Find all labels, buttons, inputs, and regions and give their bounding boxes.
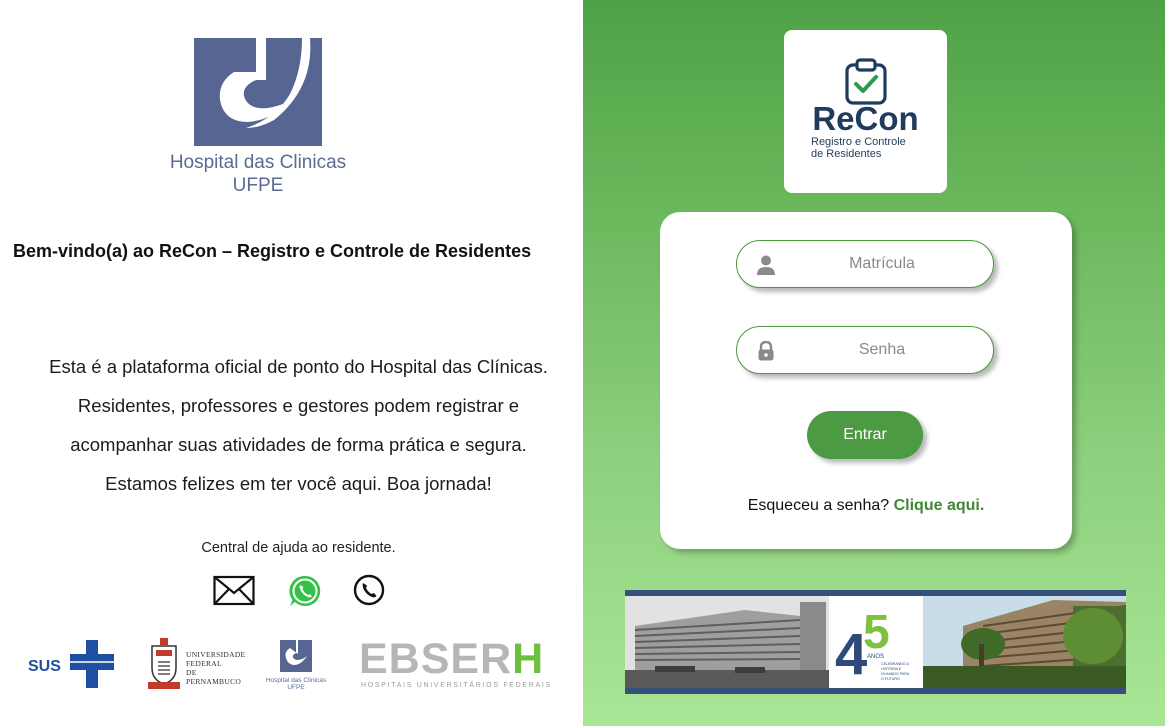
hospital-sub: UFPE	[232, 175, 284, 196]
brand-subtitle: Registro e Controle de Residentes	[811, 136, 906, 160]
svg-text:5: 5	[863, 606, 890, 659]
lock-icon	[758, 341, 774, 361]
ufpe-crest-icon	[148, 638, 180, 689]
entrar-button[interactable]: Entrar	[807, 411, 923, 459]
login-card: Entrar Esqueceu a senha? Clique aqui.	[660, 212, 1072, 549]
welcome-title: Bem-vindo(a) ao ReCon – Registro e Contr…	[13, 241, 532, 261]
forgot-link[interactable]: Clique aqui.	[894, 497, 985, 514]
intro-text: Esta é a plataforma oficial de ponto do …	[0, 349, 597, 505]
senha-input[interactable]	[777, 327, 987, 372]
matricula-field[interactable]	[736, 240, 994, 288]
anniversary-45-icon: 4 5 ANOS CELEBRANDO A HISTÓRIA E OLHANDO…	[835, 606, 910, 687]
user-icon	[757, 255, 775, 275]
whatsapp-icon[interactable]	[288, 574, 322, 608]
intro-line: Residentes, professores e gestores podem…	[77, 395, 520, 416]
hospital-photo-old	[625, 596, 829, 688]
ufpe-line: FEDERAL	[186, 659, 222, 668]
brand-subtitle-line: de Residentes	[811, 148, 882, 160]
recon-logo-card: ReCon Registro e Controle de Residentes	[784, 30, 947, 193]
banner-inner: 4 5 ANOS CELEBRANDO A HISTÓRIA E OLHANDO…	[625, 596, 1126, 688]
ebserh-word: EBSERH	[359, 636, 544, 682]
ufpe-text: UNIVERSIDADE FEDERAL DE PERNAMBUCO	[186, 650, 246, 686]
ufpe-logo: UNIVERSIDADE FEDERAL DE PERNAMBUCO	[146, 636, 246, 694]
ufpe-line: DE PERNAMBUCO	[186, 668, 242, 686]
left-panel: Hospital das Clinicas UFPE Bem-vindo(a) …	[0, 0, 583, 726]
contact-icons	[213, 574, 393, 610]
sus-logo: SUS	[28, 640, 114, 688]
forgot-text: Esqueceu a senha?	[747, 497, 890, 514]
ebserh-main: EBSER	[359, 635, 513, 683]
clipboard-check-icon	[845, 58, 887, 105]
help-center-label: Central de ajuda ao residente.	[201, 540, 396, 556]
svg-text:HISTÓRIA E: HISTÓRIA E	[881, 666, 902, 671]
building-new-icon	[923, 596, 1126, 688]
brand-name: ReCon	[812, 100, 919, 137]
hc-small-text: Hospital das Clinicas UFPE	[262, 677, 330, 691]
email-icon[interactable]	[213, 574, 255, 606]
anniversary-45-logo: 4 5 ANOS CELEBRANDO A HISTÓRIA E OLHANDO…	[829, 596, 923, 688]
hc-small-line: UFPE	[287, 684, 305, 691]
hospital-mark-small-icon	[280, 640, 312, 672]
matricula-input[interactable]	[777, 241, 987, 286]
right-panel: ReCon Registro e Controle de Residentes …	[583, 0, 1165, 726]
svg-text:CELEBRANDO A: CELEBRANDO A	[881, 662, 910, 666]
svg-text:OLHANDO PARA: OLHANDO PARA	[881, 672, 910, 676]
intro-line: Esta é a plataforma oficial de ponto do …	[49, 356, 548, 377]
hospital-mark-icon	[194, 38, 322, 146]
svg-text:SUS: SUS	[28, 658, 61, 675]
hc-small-line: Hospital das Clinicas	[265, 677, 327, 684]
anniversary-banner: 4 5 ANOS CELEBRANDO A HISTÓRIA E OLHANDO…	[625, 590, 1126, 694]
hospital-name: Hospital das Clinicas	[169, 152, 347, 173]
ebserh-sub: HOSPITAIS UNIVERSITÁRIOS FEDERAIS	[361, 682, 552, 689]
brand-subtitle-line: Registro e Controle	[811, 136, 906, 148]
building-old-icon	[625, 596, 829, 688]
svg-text:O FUTURO: O FUTURO	[881, 677, 900, 681]
partner-logos: SUS UNIVERSIDADE FEDERAL DE PERNAMBUCO H…	[24, 632, 564, 696]
hc-small-logo: Hospital das Clinicas UFPE	[262, 638, 330, 692]
hospital-photo-new	[923, 596, 1126, 688]
phone-icon[interactable]	[353, 574, 385, 606]
svg-text:ANOS: ANOS	[867, 654, 884, 660]
ebserh-h: H	[512, 635, 545, 683]
intro-line: Estamos felizes em ter você aqui. Boa jo…	[105, 473, 492, 494]
ufpe-line: UNIVERSIDADE	[186, 650, 246, 659]
forgot-password: Esqueceu a senha? Clique aqui.	[660, 497, 1072, 515]
ebserh-logo: EBSERH HOSPITAIS UNIVERSITÁRIOS FEDERAIS	[359, 636, 552, 694]
senha-field[interactable]	[736, 326, 994, 374]
intro-line: acompanhar suas atividades de forma prát…	[70, 434, 527, 455]
